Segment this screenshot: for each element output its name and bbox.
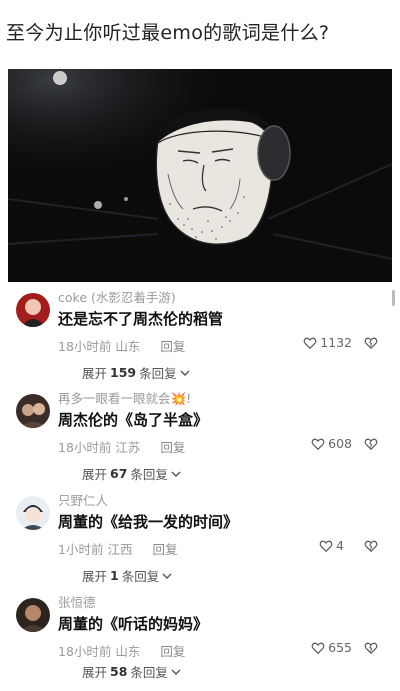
- reply-button[interactable]: 回复: [160, 339, 185, 354]
- chevron-down-icon: [162, 573, 172, 579]
- comment-username[interactable]: 张恒德: [58, 592, 96, 611]
- comment-meta: 18小时前 山东 回复: [58, 641, 185, 660]
- video-frame: [8, 69, 392, 282]
- comment-item: 张恒德 周董的《听话的妈妈》 18小时前 山东 回复 655 展开 58 条回复: [0, 591, 400, 691]
- expand-replies-button[interactable]: 展开 58 条回复: [82, 662, 181, 681]
- comment-meta: 1小时前 江西 回复: [58, 539, 177, 558]
- avatar[interactable]: [16, 496, 50, 530]
- like-button[interactable]: 1132: [303, 335, 352, 350]
- avatar[interactable]: [16, 598, 50, 632]
- comment-time: 18小时前: [58, 339, 112, 354]
- chevron-down-icon: [180, 370, 190, 376]
- comment-item: coke (水影忍着手游) 还是忘不了周杰伦的稻管 18小时前 山东 回复 11…: [0, 286, 400, 386]
- reply-button[interactable]: 回复: [160, 440, 185, 455]
- avatar[interactable]: [16, 394, 50, 428]
- like-count: 1132: [320, 335, 352, 350]
- like-button[interactable]: 608: [311, 436, 352, 451]
- avatar[interactable]: [16, 293, 50, 327]
- comment-time: 18小时前: [58, 440, 112, 455]
- broken-heart-icon[interactable]: [364, 641, 378, 655]
- comment-meta: 18小时前 山东 回复: [58, 336, 185, 355]
- comment-username[interactable]: 只野仁人: [58, 490, 108, 509]
- heart-outline-icon: [319, 540, 333, 552]
- comment-location: 山东: [115, 644, 141, 659]
- comment-username[interactable]: coke (水影忍着手游): [58, 287, 176, 306]
- broken-heart-icon[interactable]: [364, 539, 378, 553]
- heart-outline-icon: [303, 337, 317, 349]
- comment-text: 还是忘不了周杰伦的稻管: [58, 310, 224, 328]
- chevron-down-icon: [171, 471, 181, 477]
- comment-text: 周董的《给我一发的时间》: [58, 513, 239, 531]
- expand-replies-button[interactable]: 展开 67 条回复: [82, 464, 181, 483]
- comment-text: 周董的《听话的妈妈》: [58, 615, 209, 633]
- comment-item: 再多一眼看一眼就会💥! 周杰伦的《岛了半盒》 18小时前 江苏 回复 608 展…: [0, 387, 400, 487]
- chevron-down-icon: [171, 669, 181, 675]
- like-button[interactable]: 4: [319, 538, 344, 553]
- broken-heart-icon[interactable]: [364, 336, 378, 350]
- comment-item: 只野仁人 周董的《给我一发的时间》 1小时前 江西 回复 4 展开 1 条回复: [0, 489, 400, 589]
- comment-meta: 18小时前 江苏 回复: [58, 437, 185, 456]
- expand-replies-button[interactable]: 展开 159 条回复: [82, 363, 190, 382]
- like-count: 4: [336, 538, 344, 553]
- comment-location: 江苏: [115, 440, 141, 455]
- reply-button[interactable]: 回复: [152, 542, 177, 557]
- heart-outline-icon: [311, 642, 325, 654]
- comment-username[interactable]: 再多一眼看一眼就会💥!: [58, 388, 191, 407]
- heart-outline-icon: [311, 438, 325, 450]
- comment-time: 18小时前: [58, 644, 112, 659]
- comment-location: 江西: [107, 542, 133, 557]
- like-count: 655: [328, 640, 352, 655]
- broken-heart-icon[interactable]: [364, 437, 378, 451]
- like-button[interactable]: 655: [311, 640, 352, 655]
- comment-location: 山东: [115, 339, 141, 354]
- comment-text: 周杰伦的《岛了半盒》: [58, 411, 209, 429]
- like-count: 608: [328, 436, 352, 451]
- expand-replies-button[interactable]: 展开 1 条回复: [82, 566, 172, 585]
- post-title: 至今为止你听过最emo的歌词是什么?: [6, 22, 330, 44]
- reply-button[interactable]: 回复: [160, 644, 185, 659]
- comment-time: 1小时前: [58, 542, 104, 557]
- video-player[interactable]: [8, 69, 392, 282]
